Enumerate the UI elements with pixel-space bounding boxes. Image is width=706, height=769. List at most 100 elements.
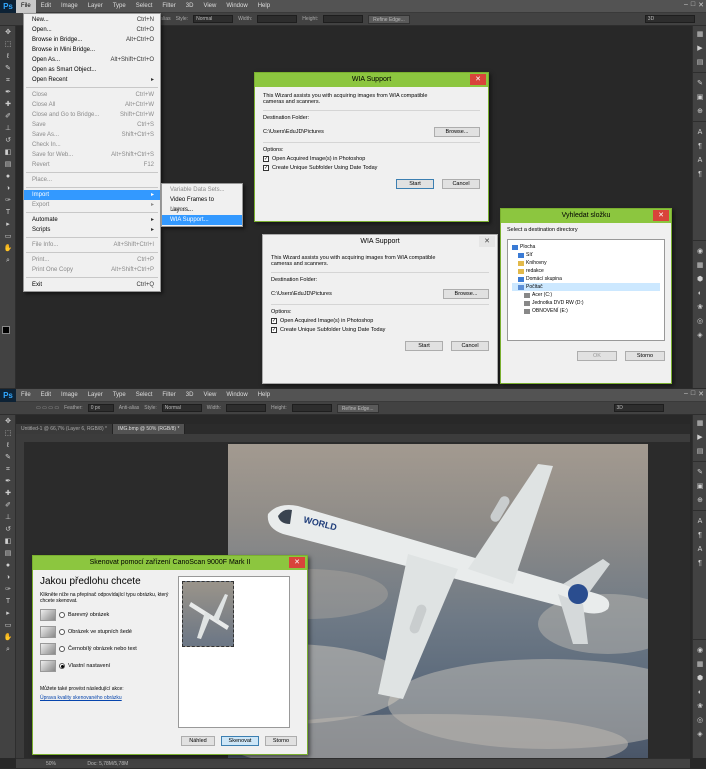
healing-icon[interactable]: ✚ — [2, 100, 14, 110]
para-styles-icon[interactable]: ¶ — [695, 170, 705, 180]
close-icon[interactable]: ✕ — [289, 557, 305, 568]
folder-tree-item[interactable]: Jednotka DVD RW (D:) — [512, 299, 660, 307]
shape-tool-icon[interactable]: ▭ — [2, 232, 14, 242]
file-menu-item[interactable]: Browse in Bridge... Alt+Ctrl+O — [24, 35, 160, 45]
pen-tool-icon[interactable]: ✑ — [2, 196, 14, 206]
character-icon[interactable]: A — [695, 517, 705, 527]
char-styles-icon[interactable]: A — [695, 156, 705, 166]
file-menu-item[interactable]: Print... Ctrl+P — [24, 255, 160, 265]
dodge-icon[interactable]: ◑ — [2, 184, 14, 194]
folder-tree-item[interactable]: Síť — [512, 251, 660, 259]
file-menu-item[interactable]: Print One Copy Alt+Shift+Ctrl+P — [24, 265, 160, 275]
zoom-tool-icon[interactable]: ⌕ — [2, 256, 14, 266]
height-input[interactable] — [323, 15, 364, 23]
eraser-icon[interactable]: ◧ — [2, 537, 14, 547]
file-menu-item[interactable]: Save As... Shift+Ctrl+S — [24, 130, 160, 140]
crop-tool-icon[interactable]: ⌗ — [2, 465, 14, 475]
channels-icon[interactable]: ◎ — [695, 716, 705, 726]
close-icon[interactable]: ✕ — [698, 390, 704, 398]
folder-tree-item[interactable]: redakce — [512, 267, 660, 275]
import-menu-item[interactable]: WIA Support... — [162, 215, 242, 225]
3d-icon[interactable]: ⬢ — [695, 674, 705, 684]
menu-file[interactable]: File — [16, 389, 36, 402]
stamp-tool-icon[interactable]: ⊥ — [2, 124, 14, 134]
blur-icon[interactable]: ● — [2, 561, 14, 571]
menu-3d[interactable]: 3D — [181, 0, 199, 13]
file-menu-item[interactable]: Check In... — [24, 140, 160, 150]
menu-edit[interactable]: Edit — [36, 0, 56, 13]
grayscale-radio[interactable] — [59, 629, 65, 635]
import-menu-item[interactable]: Notes... — [162, 205, 242, 215]
cancel-button-2[interactable]: Cancel — [451, 341, 489, 351]
gradient-icon[interactable]: ▤ — [2, 160, 14, 170]
menu-file[interactable]: File — [16, 0, 36, 13]
width-input[interactable] — [257, 15, 298, 23]
eyedropper-icon[interactable]: ✒ — [2, 88, 14, 98]
color-radio[interactable] — [59, 612, 65, 618]
import-menu-item[interactable]: Video Frames to Layers... — [162, 195, 242, 213]
paragraph-icon[interactable]: ¶ — [695, 531, 705, 541]
char-styles-icon[interactable]: A — [695, 545, 705, 555]
styles-icon[interactable]: ❀ — [695, 702, 705, 712]
folder-tree-item[interactable]: Domácí skupina — [512, 275, 660, 283]
hand-tool-icon[interactable]: ✋ — [2, 244, 14, 254]
menu-select[interactable]: Select — [131, 0, 158, 13]
clone-source-icon[interactable]: ⊕ — [695, 496, 705, 506]
brush-panel-icon[interactable]: ✎ — [695, 79, 705, 89]
close-icon[interactable]: ✕ — [479, 236, 495, 247]
menu-image[interactable]: Image — [56, 389, 83, 402]
minimize-icon[interactable]: – — [684, 390, 688, 398]
file-menu-item[interactable]: New... Ctrl+N — [24, 15, 160, 25]
quick-select-icon[interactable]: ✎ — [2, 64, 14, 74]
ok-button[interactable]: OK — [577, 351, 617, 361]
actions-icon[interactable]: ▶ — [695, 44, 705, 54]
tab-untitled[interactable]: Untitled-1 @ 66,7% (Layer 6, RGB/8) * — [16, 424, 113, 434]
file-menu-item[interactable]: Save Ctrl+S — [24, 120, 160, 130]
actions-icon[interactable]: ▶ — [695, 433, 705, 443]
healing-icon[interactable]: ✚ — [2, 489, 14, 499]
type-tool-icon[interactable]: T — [2, 597, 14, 607]
type-tool-icon[interactable]: T — [2, 208, 14, 218]
file-menu-item[interactable]: Close Ctrl+W — [24, 90, 160, 100]
history-icon[interactable]: ▦ — [695, 30, 705, 40]
folder-tree[interactable]: Plocha Síť Knihovny redakce Domácí skupina Po… — [507, 239, 665, 341]
folder-tree-item[interactable]: Knihovny — [512, 259, 660, 267]
lasso-tool-icon[interactable]: ℓ — [2, 52, 14, 62]
file-menu-item[interactable]: Import ▸ — [24, 190, 160, 200]
color-icon[interactable]: ◉ — [695, 247, 705, 257]
history-brush-icon[interactable]: ↺ — [2, 136, 14, 146]
custom-radio[interactable] — [59, 663, 65, 669]
eyedropper-icon[interactable]: ✒ — [2, 477, 14, 487]
gradient-icon[interactable]: ▤ — [2, 549, 14, 559]
swatches-icon[interactable]: ▦ — [695, 660, 705, 670]
file-menu-item[interactable]: Place... — [24, 175, 160, 185]
channels-icon[interactable]: ◎ — [695, 317, 705, 327]
scan-button[interactable]: Skenovat — [221, 736, 259, 746]
adjustments-icon[interactable]: ◐ — [695, 688, 705, 698]
crop-tool-icon[interactable]: ⌗ — [2, 76, 14, 86]
scan-preview-area[interactable] — [178, 576, 290, 728]
file-menu-item[interactable]: Export ▸ — [24, 200, 160, 210]
maximize-icon[interactable]: □ — [691, 1, 695, 9]
storno-button[interactable]: Storno — [625, 351, 665, 361]
minimize-icon[interactable]: – — [684, 1, 688, 9]
folder-tree-item[interactable]: Plocha — [512, 243, 660, 251]
marquee-tool-icon[interactable]: ⬚ — [2, 40, 14, 50]
menu-help[interactable]: Help — [253, 389, 275, 402]
bw-radio[interactable] — [59, 646, 65, 652]
quality-link[interactable]: Úprava kvality skenovaného obrázku — [40, 695, 170, 701]
file-menu-item[interactable]: File Info... Alt+Shift+Ctrl+I — [24, 240, 160, 250]
marquee-tool-icon[interactable]: ⬚ — [2, 429, 14, 439]
zoom-level[interactable]: 50% — [46, 761, 56, 767]
start-button-2[interactable]: Start — [405, 341, 443, 351]
move-tool-icon[interactable]: ✥ — [2, 28, 14, 38]
layers-icon[interactable]: ◈ — [695, 331, 705, 341]
path-select-icon[interactable]: ▸ — [2, 220, 14, 230]
menu-type[interactable]: Type — [108, 389, 131, 402]
zoom-tool-icon[interactable]: ⌕ — [2, 645, 14, 655]
menu-filter[interactable]: Filter — [157, 389, 180, 402]
cancel-button[interactable]: Cancel — [442, 179, 480, 189]
file-menu-item[interactable]: Browse in Mini Bridge... — [24, 45, 160, 55]
color-icon[interactable]: ◉ — [695, 646, 705, 656]
foreground-color-swatch[interactable] — [2, 326, 10, 334]
